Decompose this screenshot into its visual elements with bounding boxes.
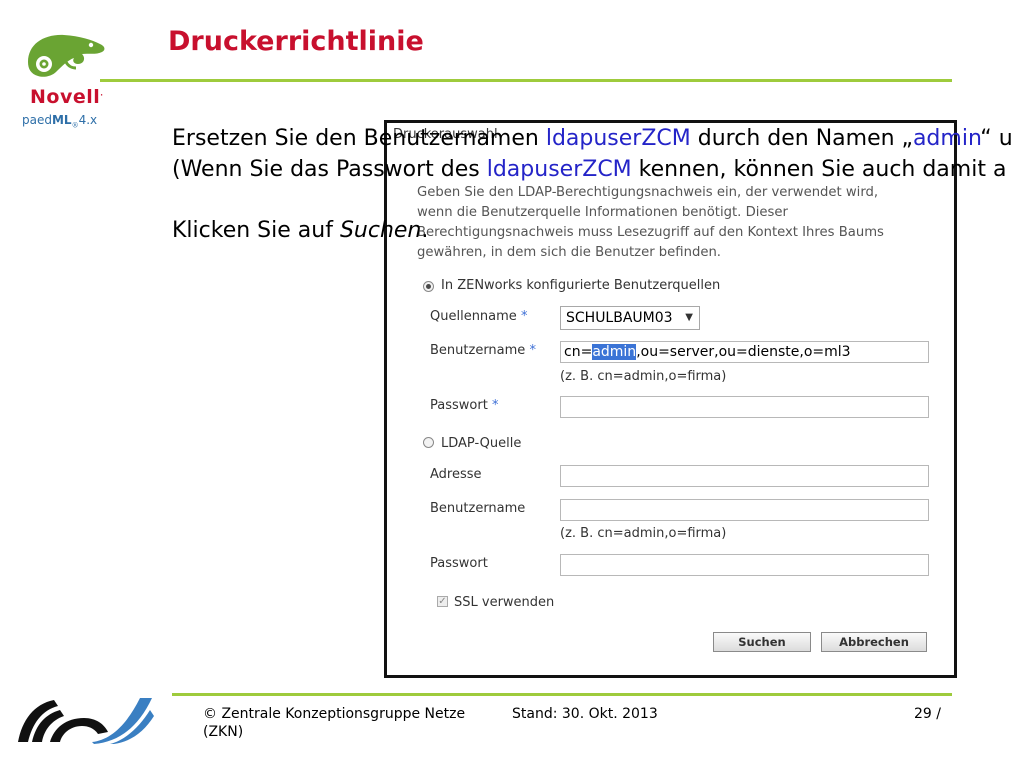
address-label: Adresse	[430, 467, 482, 482]
password-label: Passwort *	[430, 398, 499, 413]
username-hint: (z. B. cn=admin,o=firma)	[560, 369, 727, 384]
footer-date: Stand: 30. Okt. 2013	[512, 706, 658, 722]
instruction-line-2: (Wenn Sie das Passwort des ldapuserZCM k…	[172, 157, 1007, 182]
novell-wordmark: Novell.	[30, 86, 104, 108]
slide-title: Druckerrichtlinie	[168, 26, 424, 57]
paedml-label: paedML®4.x	[22, 113, 98, 130]
ssl-checkbox[interactable]: ✓	[437, 596, 448, 607]
footer-divider	[172, 693, 952, 696]
instruction-line-3: Klicken Sie auf Suchen.	[172, 218, 429, 243]
footer-org-line2: (ZKN)	[203, 724, 244, 740]
source-name-label: Quellenname *	[430, 309, 528, 324]
ldap-password-label: Passwort	[430, 556, 488, 571]
dialog-intro-text: Geben Sie den LDAP-Berechtigungsnachweis…	[417, 185, 884, 260]
radio-zenworks-sources[interactable]	[423, 281, 434, 292]
username-label: Benutzername *	[430, 343, 536, 358]
ldap-username-label: Benutzername	[430, 501, 526, 516]
ssl-label: SSL verwenden	[454, 595, 555, 610]
source-name-dropdown[interactable]: SCHULBAUM03 ▼	[560, 306, 700, 330]
footer-org-line1: © Zentrale Konzeptionsgruppe Netze	[203, 706, 466, 722]
novell-gecko-logo	[28, 34, 105, 77]
username-input[interactable]: cn=admin,ou=server,ou=dienste,o=ml3	[560, 341, 929, 363]
search-button[interactable]: Suchen	[713, 632, 811, 652]
instruction-line-1: Ersetzen Sie den Benutzernamen ldapuserZ…	[172, 126, 1013, 151]
ldap-password-input[interactable]	[560, 554, 929, 576]
radio-zenworks-label: In ZENworks konfigurierte Benutzerquelle…	[441, 278, 721, 293]
address-input[interactable]	[560, 465, 929, 487]
radio-ldap-label: LDAP-Quelle	[441, 436, 522, 451]
cancel-button[interactable]: Abbrechen	[821, 632, 927, 652]
ldap-username-hint: (z. B. cn=admin,o=firma)	[560, 526, 727, 541]
zkn-logo	[18, 698, 154, 744]
password-input[interactable]	[560, 396, 929, 418]
dialog-screenshot: Druckerauswahl Geben Sie den LDAP-Berech…	[384, 120, 957, 678]
footer-page-number: 29 /	[914, 706, 941, 722]
radio-ldap-source[interactable]	[423, 437, 434, 448]
ldap-username-input[interactable]	[560, 499, 929, 521]
chevron-down-icon: ▼	[685, 312, 693, 323]
title-divider	[100, 79, 952, 82]
